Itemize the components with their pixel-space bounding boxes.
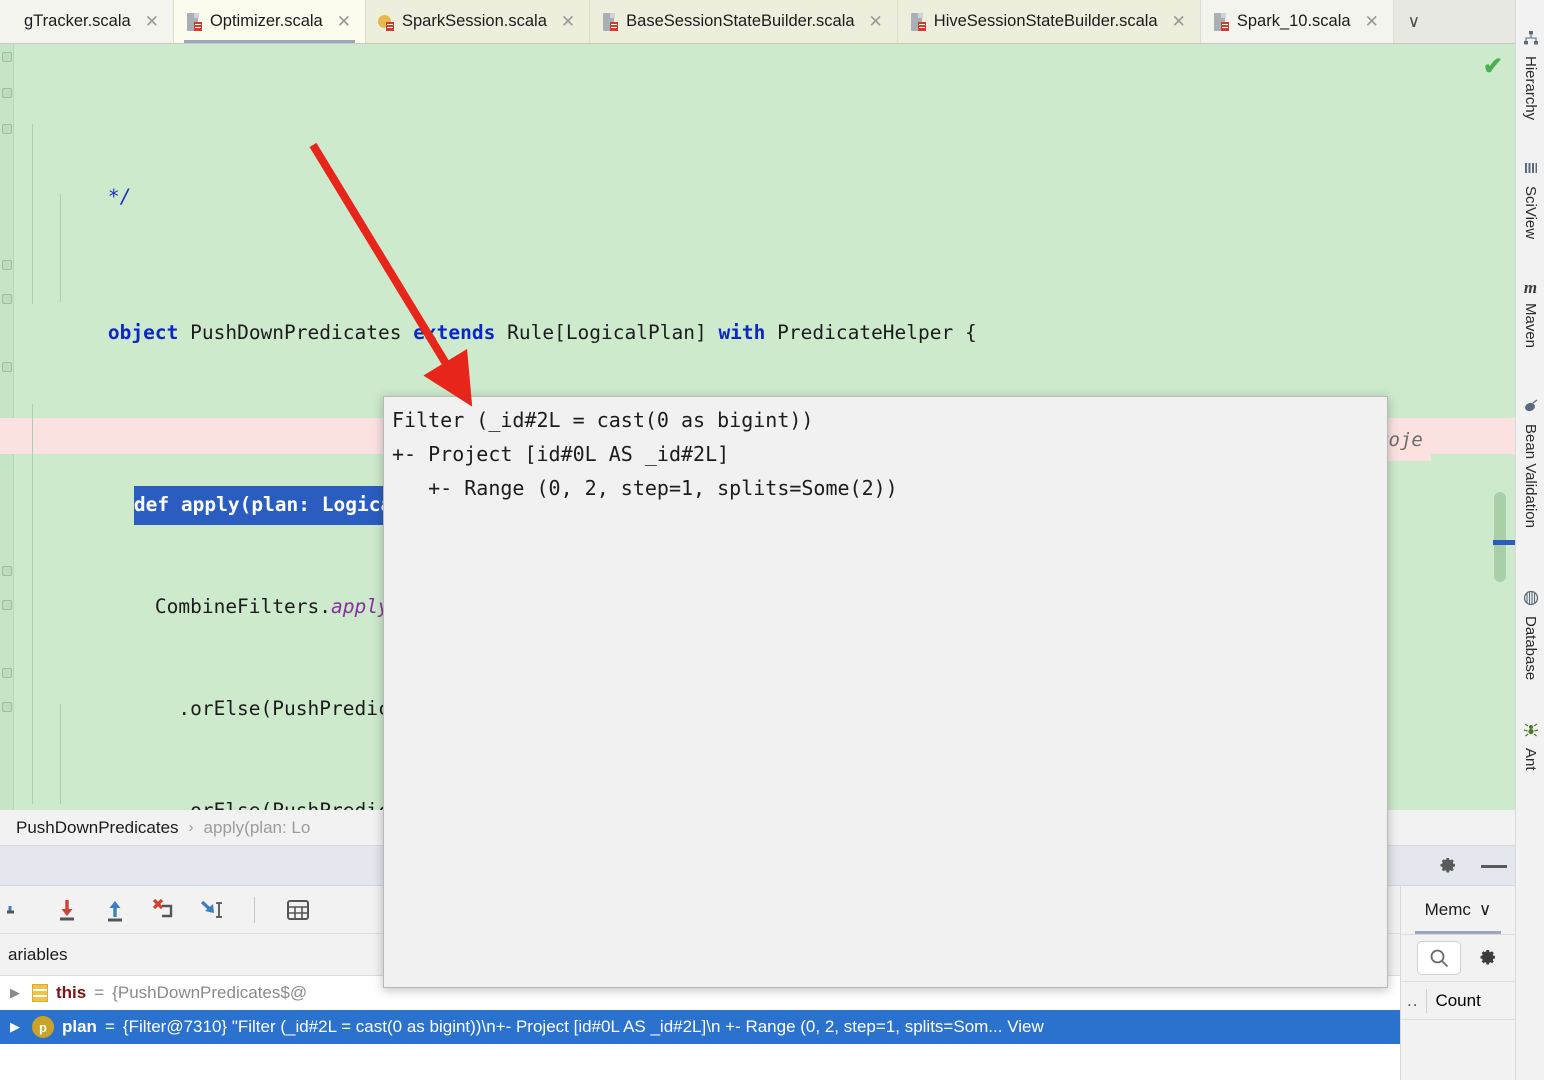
variable-value: {Filter@7310} "Filter (_id#2L = cast(0 a… xyxy=(122,1017,1044,1036)
tab-label: BaseSessionStateBuilder.scala xyxy=(626,12,855,30)
close-icon[interactable]: ✕ xyxy=(869,13,883,30)
tool-button-database[interactable]: Database xyxy=(1516,590,1544,680)
code-line[interactable]: */ xyxy=(0,146,1515,208)
variable-name: plan xyxy=(62,1017,97,1036)
tool-button-sciview[interactable]: SciView xyxy=(1516,160,1544,239)
tool-button-ant[interactable]: Ant xyxy=(1516,722,1544,771)
tab-variables[interactable]: ariables xyxy=(0,945,82,965)
variable-name: this xyxy=(56,983,87,1002)
scala-class-icon xyxy=(377,12,394,32)
chevron-down-icon[interactable]: ∨ xyxy=(1479,900,1491,920)
tab-BaseSessionStateBuilder[interactable]: BaseSessionStateBuilder.scala ✕ xyxy=(590,0,898,43)
tool-button-bean-validation[interactable]: Bean Validation xyxy=(1516,398,1544,528)
indent-guide xyxy=(32,124,33,304)
scala-file-icon xyxy=(910,12,926,32)
indent-guide xyxy=(60,704,61,804)
chevron-down-icon[interactable]: ∨ xyxy=(1394,0,1434,43)
tab-label: Optimizer.scala xyxy=(209,12,323,30)
code-text: object PushDownPredicates extends Rule[L… xyxy=(107,321,977,344)
code-line[interactable]: object PushDownPredicates extends Rule[L… xyxy=(0,282,1515,344)
column-divider[interactable] xyxy=(1426,988,1428,1013)
tool-button-label: Bean Validation xyxy=(1522,424,1539,528)
step-out-icon[interactable] xyxy=(102,897,128,923)
editor-tab-bar: gTracker.scala ✕ Optimizer.scala ✕ Spark… xyxy=(0,0,1515,44)
tool-button-label: Database xyxy=(1522,616,1539,681)
parameter-icon: p xyxy=(32,1016,54,1038)
tool-button-label: Hierarchy xyxy=(1522,56,1539,121)
bean-validation-icon xyxy=(1523,398,1539,419)
scrollbar-caret-marker xyxy=(1493,540,1515,545)
app-window: gTracker.scala ✕ Optimizer.scala ✕ Spark… xyxy=(0,0,1544,1080)
memory-toolbar xyxy=(1401,934,1515,982)
tab-memory[interactable]: Memc ∨ xyxy=(1401,886,1515,934)
toolbar-divider xyxy=(254,896,255,923)
fields-icon xyxy=(32,984,48,1002)
memory-column-count[interactable]: Count xyxy=(1435,991,1480,1011)
right-tool-window-strip: Hierarchy SciView m Maven Bean Validatio… xyxy=(1515,0,1544,1080)
breadcrumb-item-method[interactable]: apply(plan: Lo xyxy=(204,818,311,838)
tool-button-hierarchy[interactable]: Hierarchy xyxy=(1516,30,1544,120)
force-step-into-icon[interactable] xyxy=(150,897,176,923)
variable-equals: = xyxy=(94,983,105,1002)
debugger-header-actions xyxy=(1435,846,1507,886)
expander-triangle-icon[interactable]: ▶ xyxy=(10,1019,24,1035)
step-over-icon[interactable] xyxy=(6,897,32,923)
code-text: */ xyxy=(107,185,132,208)
minimize-icon[interactable] xyxy=(1481,864,1507,868)
tab-label: gTracker.scala xyxy=(24,12,131,30)
tool-button-label: Maven xyxy=(1522,303,1539,349)
tool-button-label: Ant xyxy=(1522,748,1539,771)
maven-icon: m xyxy=(1523,278,1538,297)
scala-file-icon xyxy=(1213,12,1229,32)
gear-icon[interactable] xyxy=(1475,944,1499,973)
breadcrumb-item-class[interactable]: PushDownPredicates xyxy=(16,818,179,838)
editor-scrollbar[interactable] xyxy=(1494,44,1511,810)
tab-label: SparkSession.scala xyxy=(401,12,547,30)
memory-panel: Memc ∨ .. Count xyxy=(1400,886,1515,1080)
value-viewer-popup[interactable]: Filter (_id#2L = cast(0 as bigint)) +- P… xyxy=(383,396,1388,988)
search-icon[interactable] xyxy=(1417,941,1461,975)
close-icon[interactable]: ✕ xyxy=(1365,13,1379,30)
tab-label: HiveSessionStateBuilder.scala xyxy=(933,12,1158,30)
variables-list[interactable]: ▶ this = {PushDownPredicates$@ ▶ p plan … xyxy=(0,976,1400,1080)
memory-column-class[interactable]: .. xyxy=(1407,991,1418,1011)
variable-equals: = xyxy=(104,1017,115,1036)
memory-table-header: .. Count xyxy=(1401,982,1515,1020)
gear-icon[interactable] xyxy=(1435,852,1459,881)
variable-row-plan[interactable]: ▶ p plan = {Filter@7310} "Filter (_id#2L… xyxy=(0,1010,1400,1044)
tab-Optimizer[interactable]: Optimizer.scala ✕ xyxy=(173,0,366,43)
breadcrumb-separator: › xyxy=(188,819,194,836)
tab-SparkSession[interactable]: SparkSession.scala ✕ xyxy=(365,0,591,43)
scala-file-icon xyxy=(186,12,202,32)
tab-gTracker[interactable]: gTracker.scala ✕ xyxy=(0,0,174,43)
tab-memory-label: Memc xyxy=(1424,900,1471,919)
close-icon[interactable]: ✕ xyxy=(145,13,159,30)
step-into-icon[interactable] xyxy=(54,897,80,923)
indent-guide xyxy=(60,194,61,302)
tool-button-maven[interactable]: m Maven xyxy=(1516,278,1544,348)
variable-value: {PushDownPredicates$@ xyxy=(112,983,308,1002)
expander-triangle-icon[interactable]: ▶ xyxy=(10,985,24,1001)
tool-button-label: SciView xyxy=(1522,186,1539,240)
evaluate-expression-icon[interactable] xyxy=(285,897,311,923)
tab-HiveSessionStateBuilder[interactable]: HiveSessionStateBuilder.scala ✕ xyxy=(897,0,1201,43)
close-icon[interactable]: ✕ xyxy=(561,13,575,30)
hierarchy-icon xyxy=(1523,30,1539,51)
close-icon[interactable]: ✕ xyxy=(337,13,351,30)
ant-icon xyxy=(1523,722,1539,743)
tab-Spark_10[interactable]: Spark_10.scala ✕ xyxy=(1200,0,1394,43)
database-icon xyxy=(1523,590,1539,611)
popup-plan-text: Filter (_id#2L = cast(0 as bigint)) +- P… xyxy=(392,408,898,500)
scala-file-icon xyxy=(602,12,619,32)
run-to-cursor-icon[interactable] xyxy=(198,897,224,923)
indent-guide xyxy=(32,404,33,804)
sciview-icon xyxy=(1523,160,1539,181)
close-icon[interactable]: ✕ xyxy=(1172,13,1186,30)
editor-scrollbar-thumb[interactable] xyxy=(1494,492,1506,582)
tab-label: Spark_10.scala xyxy=(1236,12,1351,30)
